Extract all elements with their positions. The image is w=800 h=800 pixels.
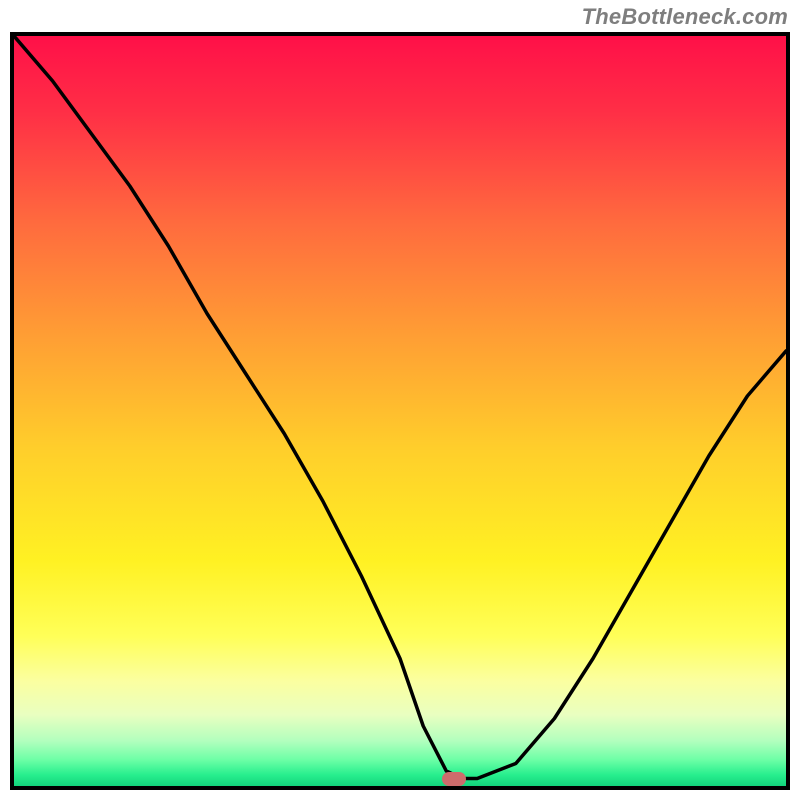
- bottleneck-curve: [14, 36, 786, 786]
- plot-area: [10, 32, 790, 790]
- watermark: TheBottleneck.com: [582, 4, 788, 30]
- optimal-marker: [442, 772, 466, 786]
- chart-frame: TheBottleneck.com: [0, 0, 800, 800]
